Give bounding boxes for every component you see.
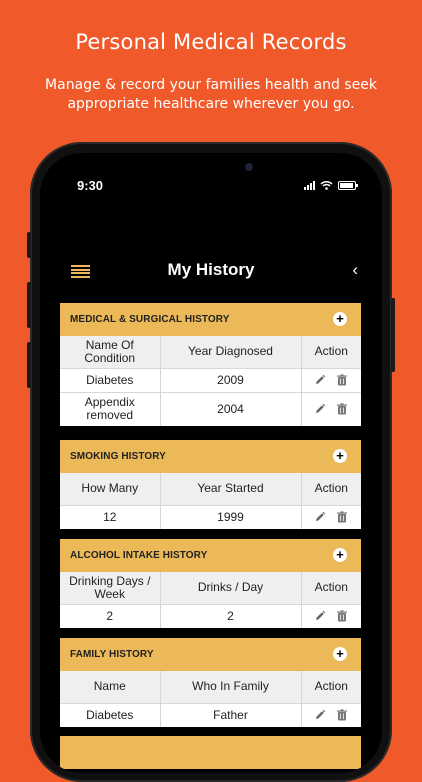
table-cell: 2004 — [160, 391, 302, 426]
column-header: Year Diagnosed — [160, 336, 302, 368]
table-cell: 2 — [60, 603, 161, 628]
back-chevron-icon[interactable]: ‹ — [352, 260, 358, 280]
table-row[interactable]: 22 — [60, 603, 361, 628]
history-section-peek — [60, 736, 361, 769]
add-plus-icon[interactable]: + — [333, 449, 347, 463]
page-title: My History — [167, 260, 255, 279]
trash-icon[interactable] — [336, 374, 348, 386]
column-header: How Many — [60, 473, 161, 505]
trash-icon[interactable] — [336, 709, 348, 721]
pencil-icon[interactable] — [314, 610, 326, 622]
phone-side-button — [27, 232, 31, 258]
phone-side-button — [391, 298, 395, 372]
promo-subtitle: Manage & record your families health and… — [45, 77, 377, 112]
table-row[interactable]: Appendix removed 2004 — [60, 391, 361, 426]
battery-icon — [338, 180, 358, 190]
column-header: Who In Family — [160, 671, 302, 703]
history-section: ALCOHOL INTAKE HISTORY + Drinking Days / W… — [60, 539, 361, 628]
pencil-icon[interactable] — [314, 511, 326, 523]
section-header: ALCOHOL INTAKE HISTORY + — [60, 539, 361, 572]
phone-screen: 9:30 My History ‹ MEDICAL & SURGICAL HIS… — [40, 153, 382, 773]
table-row[interactable]: Diabetes Father — [60, 702, 361, 727]
section-title: MEDICAL & SURGICAL HISTORY — [70, 314, 230, 325]
section-title: ALCOHOL INTAKE HISTORY — [70, 550, 208, 561]
column-header: Action — [301, 671, 361, 703]
signal-icon — [304, 180, 315, 190]
status-icons — [304, 180, 358, 190]
section-header: SMOKING HISTORY + — [60, 440, 361, 473]
action-cell — [301, 702, 361, 727]
action-cell — [301, 603, 361, 628]
camera-icon — [245, 163, 253, 171]
action-cell — [301, 367, 361, 392]
history-section: MEDICAL & SURGICAL HISTORY + Name Of Condi… — [60, 303, 361, 426]
column-header: Year Started — [160, 473, 302, 505]
action-cell — [301, 504, 361, 529]
history-section: SMOKING HISTORY + How Many Year Started Acti… — [60, 440, 361, 529]
trash-icon[interactable] — [336, 403, 348, 415]
trash-icon[interactable] — [336, 610, 348, 622]
section-table: How Many Year Started Action 12 1999 — [60, 473, 361, 529]
section-table: Name Of Condition Year Diagnosed Action Dia… — [60, 336, 361, 426]
nav-bar: My History ‹ — [40, 248, 382, 294]
table-cell: 2009 — [160, 367, 302, 392]
column-header: Drinks / Day — [160, 572, 302, 604]
notch — [135, 153, 287, 177]
column-header: Drinking Days / Week — [60, 572, 161, 604]
column-header: Name — [60, 671, 161, 703]
section-header — [60, 736, 361, 769]
section-header: FAMILY HISTORY + — [60, 638, 361, 671]
action-cell — [301, 391, 361, 426]
table-cell: Diabetes — [60, 367, 161, 392]
column-header: Action — [301, 473, 361, 505]
add-plus-icon[interactable]: + — [333, 312, 347, 326]
table-cell: 1999 — [160, 504, 302, 529]
status-time: 9:30 — [77, 178, 104, 193]
table-cell: 12 — [60, 504, 161, 529]
table-row[interactable]: Diabetes 2009 — [60, 367, 361, 392]
column-header: Action — [301, 336, 361, 368]
trash-icon[interactable] — [336, 511, 348, 523]
table-cell: Appendix removed — [60, 391, 161, 426]
phone-side-button — [27, 342, 31, 388]
promo-title: Personal Medical Records — [75, 30, 347, 54]
table-cell: Father — [160, 702, 302, 727]
column-header: Name Of Condition — [60, 336, 161, 368]
section-table: Drinking Days / Week Drinks / Day Action 2 2 — [60, 572, 361, 628]
section-title: SMOKING HISTORY — [70, 451, 166, 462]
pencil-icon[interactable] — [314, 709, 326, 721]
add-plus-icon[interactable]: + — [333, 647, 347, 661]
column-header: Action — [301, 572, 361, 604]
pencil-icon[interactable] — [314, 374, 326, 386]
section-header: MEDICAL & SURGICAL HISTORY + — [60, 303, 361, 336]
table-row[interactable]: 12 1999 — [60, 504, 361, 529]
section-table: Name Who In Family Action Diabetes Father — [60, 671, 361, 727]
wifi-icon — [320, 181, 333, 190]
history-section: FAMILY HISTORY + Name Who In Family Action Di… — [60, 638, 361, 727]
pencil-icon[interactable] — [314, 403, 326, 415]
section-title: FAMILY HISTORY — [70, 649, 154, 660]
table-cell: 2 — [160, 603, 302, 628]
phone-side-button — [27, 282, 31, 328]
add-plus-icon[interactable]: + — [333, 548, 347, 562]
table-cell: Diabetes — [60, 702, 161, 727]
